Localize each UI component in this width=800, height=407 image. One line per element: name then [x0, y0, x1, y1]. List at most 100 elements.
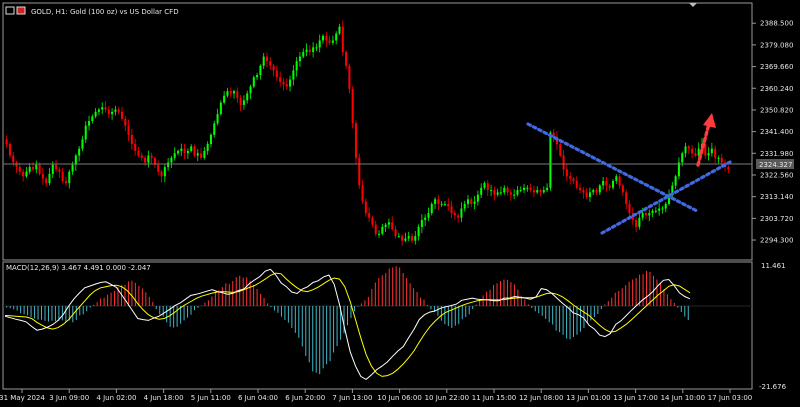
candle-body [641, 213, 644, 218]
candle-body [562, 155, 565, 170]
candle-body [259, 65, 262, 76]
candle-body [648, 213, 651, 216]
candle-body [292, 70, 295, 80]
candle-body [582, 190, 585, 193]
candle-body [252, 77, 255, 87]
candle-body [341, 26, 344, 52]
candle-body [387, 222, 390, 225]
candle-body [691, 148, 694, 154]
time-tick-label: 6 Jun 04:00 [238, 394, 278, 402]
candle-body [120, 111, 124, 119]
indicator-title: MACD(12,26,9) 3.467 4.491 0.000 -2.047 [6, 264, 151, 272]
candle-body [542, 190, 545, 193]
candle-body [638, 217, 641, 227]
candle-body [480, 187, 483, 195]
candle-body [443, 203, 446, 205]
candle-body [193, 146, 196, 156]
candle-body [453, 213, 456, 216]
candle-body [658, 208, 661, 211]
candle-body [150, 155, 153, 158]
candle-body [256, 75, 259, 78]
time-tick-label: 4 Jun 18:00 [144, 394, 184, 402]
candle-body [84, 125, 87, 140]
candle-body [526, 187, 529, 189]
candle-body [476, 194, 479, 202]
time-tick-label: 31 May 2024 [0, 394, 45, 402]
candle-body [97, 109, 100, 112]
candle-body [361, 185, 364, 202]
candle-body [401, 236, 404, 241]
candle-body [611, 180, 615, 188]
chart-title: GOLD, H1: Gold (100 oz) vs US Dollar CFD [31, 8, 179, 16]
candle-body [654, 210, 657, 212]
candle-body [516, 190, 519, 195]
candle-body [127, 125, 130, 135]
candle-body [18, 167, 21, 172]
candle-body [506, 187, 509, 193]
time-tick-label: 7 Jun 13:00 [332, 394, 372, 402]
candle-body [404, 238, 407, 241]
price-tick-label: 2341.400 [760, 128, 793, 136]
candle-body [272, 65, 275, 71]
candle-body [12, 155, 15, 163]
candle-body [275, 70, 278, 78]
candle-body [618, 176, 621, 186]
candle-body [308, 49, 311, 52]
candle-body [575, 180, 578, 188]
candle-body [124, 118, 127, 126]
candle-body [473, 201, 476, 204]
time-tick-label: 3 Jun 09:00 [49, 394, 89, 402]
candle-body [585, 192, 588, 197]
candle-body [279, 77, 282, 82]
candle-body [364, 201, 367, 214]
price-tick-label: 2369.660 [760, 63, 793, 71]
candle-body [134, 144, 137, 151]
indicator-bottom-label: -21.676 [759, 383, 787, 391]
candle-body [434, 199, 437, 204]
candle-body [58, 169, 61, 172]
candle-body [45, 178, 48, 184]
candle-body [38, 164, 41, 174]
candle-body [167, 162, 170, 168]
candle-body [298, 56, 301, 62]
candle-body [381, 226, 384, 234]
candle-body [130, 134, 133, 145]
candle-body [71, 164, 74, 172]
candle-body [717, 157, 720, 159]
candle-body [216, 114, 219, 124]
candle-body [714, 148, 717, 158]
candle-body [160, 171, 163, 177]
candle-body [325, 35, 328, 41]
candle-body [674, 176, 677, 186]
candle-body [519, 190, 522, 192]
candle-body [628, 203, 631, 214]
candle-body [532, 190, 535, 193]
candle-body [157, 164, 160, 172]
candle-body [483, 183, 486, 188]
candle-body [144, 157, 147, 163]
price-tick-label: 2313.140 [760, 193, 793, 201]
time-tick-label: 14 Jun 10:00 [661, 394, 705, 402]
candle-body [25, 171, 28, 177]
candle-body [295, 61, 298, 71]
candle-body [427, 213, 430, 218]
candle-body [209, 134, 212, 145]
candle-body [559, 144, 562, 156]
time-tick-label: 10 Jun 22:00 [425, 394, 469, 402]
candle-body [536, 190, 539, 193]
candle-body [265, 56, 269, 62]
candle-body [41, 173, 44, 179]
candle-body [694, 153, 697, 156]
candle-body [176, 150, 180, 154]
candle-body [608, 185, 611, 188]
candle-body [496, 192, 499, 195]
candle-body [203, 150, 206, 158]
candle-body [417, 226, 420, 237]
candle-body [664, 203, 667, 209]
candle-body [328, 40, 331, 43]
candle-body [318, 40, 321, 48]
candle-body [233, 91, 236, 94]
candle-body [305, 49, 308, 52]
time-tick-label: 13 Jun 01:00 [566, 394, 610, 402]
chart-type-icon[interactable] [16, 6, 26, 15]
